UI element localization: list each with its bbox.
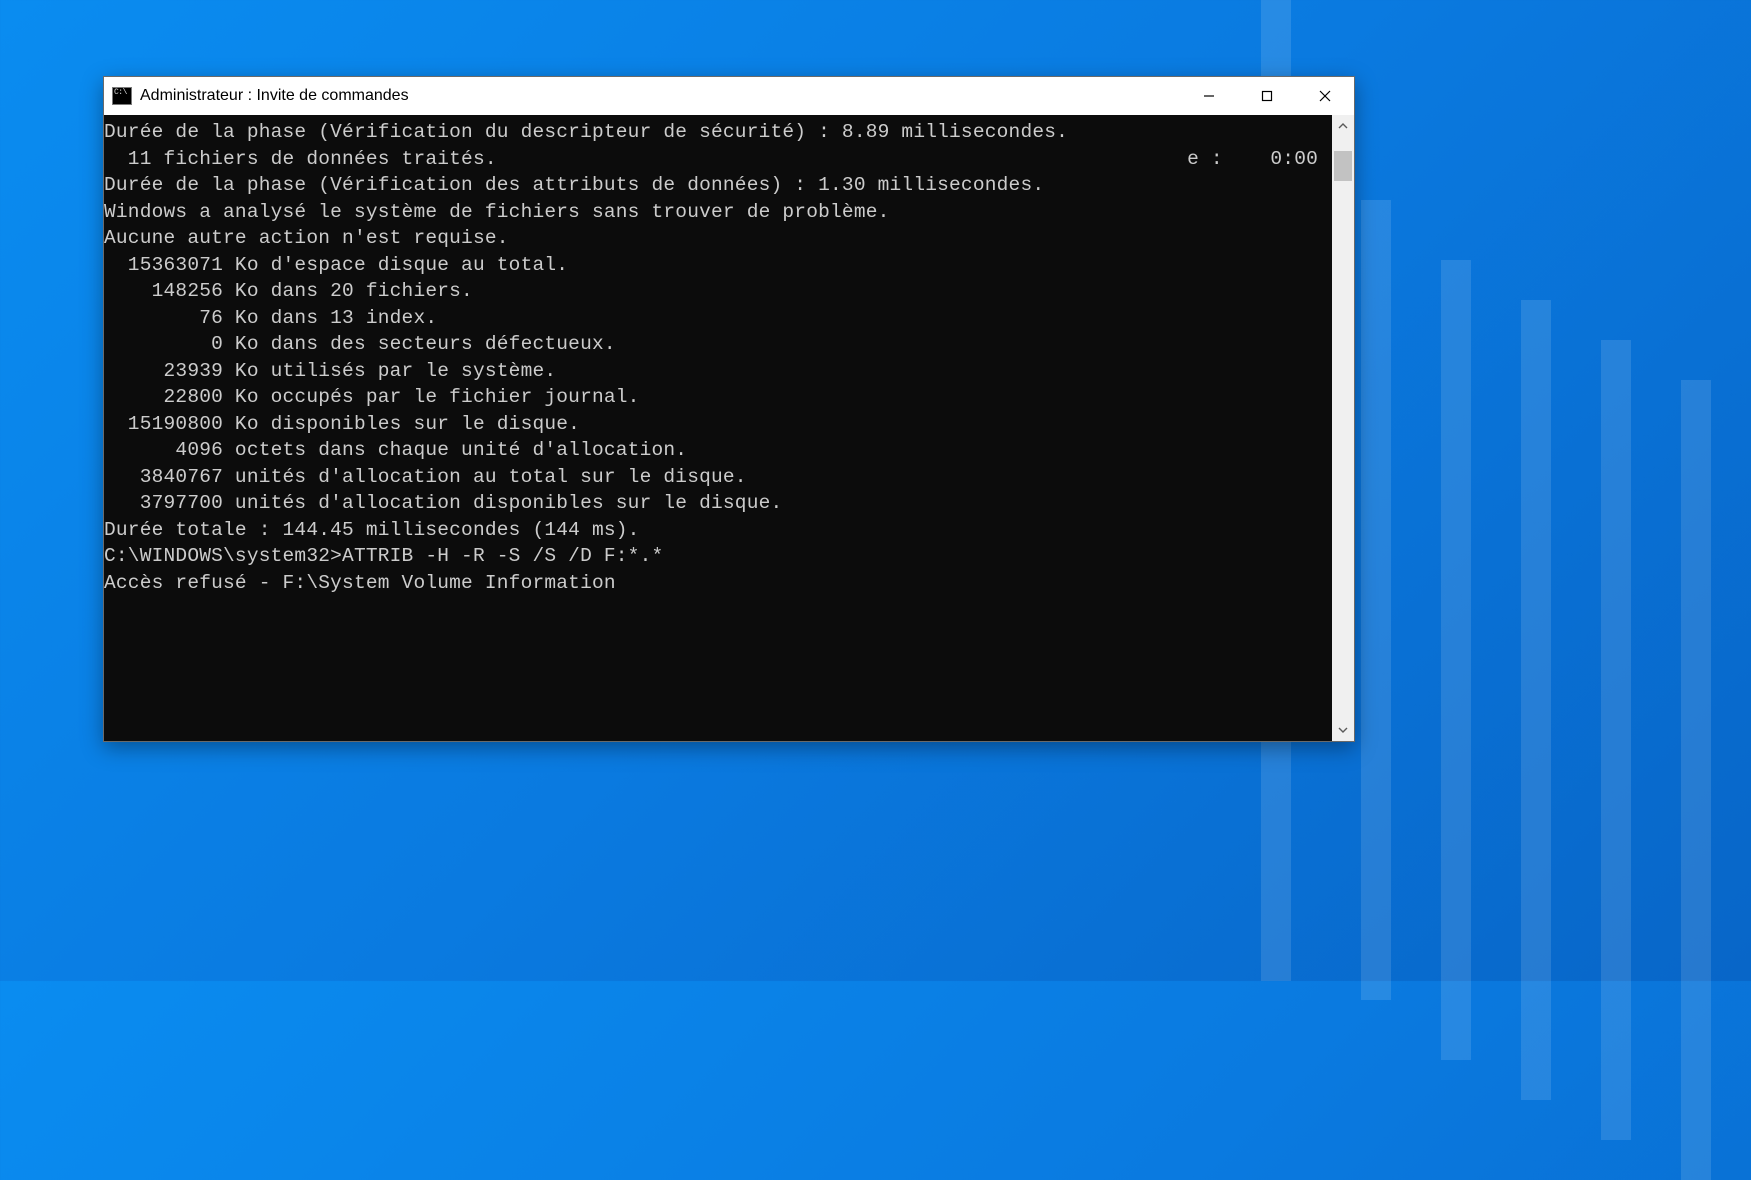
close-icon (1319, 90, 1331, 102)
window-controls (1180, 77, 1354, 115)
console-line: C:\WINDOWS\system32>ATTRIB -H -R -S /S /… (104, 543, 1332, 570)
scroll-down-button[interactable] (1332, 719, 1354, 741)
console-line: 0 Ko dans des secteurs défectueux. (104, 331, 1332, 358)
console-line: 15363071 Ko d'espace disque au total. (104, 252, 1332, 279)
chevron-up-icon (1338, 121, 1348, 131)
chevron-down-icon (1338, 725, 1348, 735)
minimize-button[interactable] (1180, 77, 1238, 115)
console-line: Accès refusé - F:\System Volume Informat… (104, 570, 1332, 597)
scroll-thumb[interactable] (1334, 151, 1352, 181)
minimize-icon (1203, 90, 1215, 102)
console-line: 3797700 unités d'allocation disponibles … (104, 490, 1332, 517)
scroll-up-button[interactable] (1332, 115, 1354, 137)
console-line: 76 Ko dans 13 index. (104, 305, 1332, 332)
console-line: Windows a analysé le système de fichiers… (104, 199, 1332, 226)
console-line: 148256 Ko dans 20 fichiers. (104, 278, 1332, 305)
close-button[interactable] (1296, 77, 1354, 115)
window-title: Administrateur : Invite de commandes (140, 87, 409, 105)
console-line: Durée de la phase (Vérification des attr… (104, 172, 1332, 199)
titlebar[interactable]: Administrateur : Invite de commandes (104, 77, 1354, 115)
vertical-scrollbar[interactable] (1332, 115, 1354, 741)
console-line: Durée totale : 144.45 millisecondes (144… (104, 517, 1332, 544)
console-line: 23939 Ko utilisés par le système. (104, 358, 1332, 385)
console-line: 4096 octets dans chaque unité d'allocati… (104, 437, 1332, 464)
maximize-icon (1261, 90, 1273, 102)
console-line: 3840767 unités d'allocation au total sur… (104, 464, 1332, 491)
console-line: 11 fichiers de données traités. e : 0:00 (104, 146, 1332, 173)
console-line: 15190800 Ko disponibles sur le disque. (104, 411, 1332, 438)
console-output[interactable]: Durée de la phase (Vérification du descr… (104, 115, 1332, 741)
console-line: 22800 Ko occupés par le fichier journal. (104, 384, 1332, 411)
maximize-button[interactable] (1238, 77, 1296, 115)
cmd-icon (112, 87, 132, 105)
console-line: Aucune autre action n'est requise. (104, 225, 1332, 252)
console-line: Durée de la phase (Vérification du descr… (104, 119, 1332, 146)
command-prompt-window: Administrateur : Invite de commandes Dur… (103, 76, 1355, 742)
scroll-track[interactable] (1332, 137, 1354, 719)
